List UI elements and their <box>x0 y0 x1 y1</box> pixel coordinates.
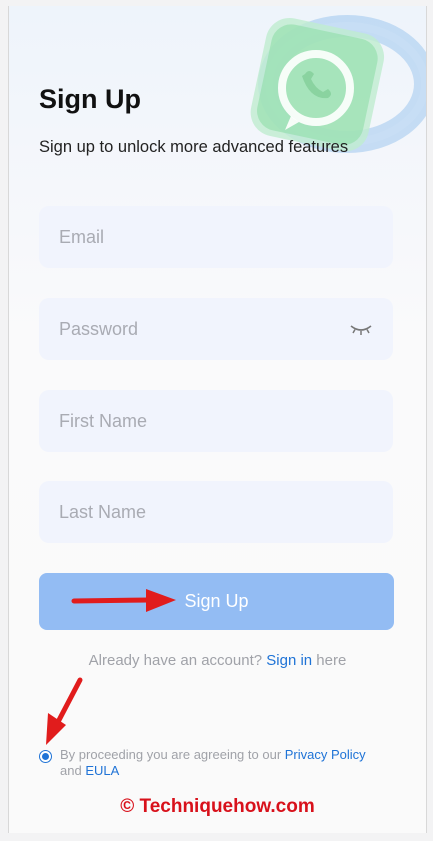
agreement-text: By proceeding you are agreeing to our Pr… <box>60 747 379 779</box>
email-field[interactable] <box>39 206 393 268</box>
privacy-policy-link[interactable]: Privacy Policy <box>285 747 366 762</box>
password-field[interactable] <box>39 298 393 360</box>
last-name-input[interactable] <box>59 501 319 523</box>
eye-closed-icon[interactable] <box>349 322 373 336</box>
sign-up-button[interactable]: Sign Up <box>39 573 394 630</box>
email-input[interactable] <box>59 226 319 248</box>
sign-in-prompt: Already have an account? Sign in here <box>9 652 426 669</box>
password-input[interactable] <box>59 318 319 340</box>
agreement-and: and <box>60 763 86 778</box>
sign-in-suffix: here <box>312 652 347 669</box>
eula-link[interactable]: EULA <box>85 763 119 778</box>
agreement-radio[interactable] <box>39 750 52 763</box>
agreement-radio-dot <box>42 753 49 760</box>
app-screen: Sign Up Sign up to unlock more advanced … <box>8 6 427 833</box>
watermark-text: © Techniquehow.com <box>120 796 315 817</box>
terms-agreement: By proceeding you are agreeing to our Pr… <box>39 747 379 779</box>
first-name-field[interactable] <box>39 390 393 452</box>
sign-in-prefix: Already have an account? <box>88 652 267 669</box>
page-subtitle: Sign up to unlock more advanced features <box>39 138 349 156</box>
first-name-input[interactable] <box>59 410 319 432</box>
agreement-prefix: By proceeding you are agreeing to our <box>60 747 285 762</box>
sign-in-link[interactable]: Sign in <box>266 652 312 669</box>
page-title: Sign Up <box>39 84 141 114</box>
last-name-field[interactable] <box>39 481 393 543</box>
